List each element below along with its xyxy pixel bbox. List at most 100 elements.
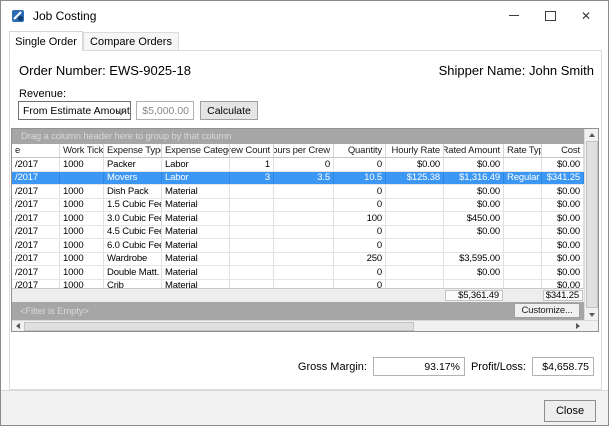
filter-status-text: <Filter is Empty> [20,306,89,317]
table-row[interactable]: /20171000CribMaterial0$0.00 [12,280,584,289]
cell-date: /2017 [12,212,60,225]
cell-expense-type: Wardrobe [104,253,162,266]
summary-cell-expense-category [162,289,230,302]
profit-loss-label: Profit/Loss: [471,361,526,373]
close-icon: ✕ [581,10,591,22]
bottom-button-strip: Close [1,390,608,425]
column-header-quantity[interactable]: Quantity [334,144,386,157]
cell-expense-category: Material [162,239,230,252]
gross-margin-field[interactable]: 93.17% [373,357,465,376]
cell-hours-per-crew [274,185,334,198]
cell-hours-per-crew [274,266,334,279]
gross-margin-label: Gross Margin: [298,361,367,373]
cell-hours-per-crew: 0 [274,158,334,171]
cell-expense-category: Material [162,212,230,225]
table-row[interactable]: /20171000PackerLabor100$0.00$0.00$0.00 [12,158,584,172]
cell-crew-count [230,239,274,252]
tab-single-order[interactable]: Single Order [9,31,83,51]
tab-compare-orders[interactable]: Compare Orders [83,32,179,51]
cell-hourly-rate [386,185,444,198]
column-header-rate-type[interactable]: Rate Type [504,144,542,157]
profit-loss-field[interactable]: $4,658.75 [532,357,594,376]
cell-expense-type: Double Matt. [104,266,162,279]
grid-summary-row: $5,361.49$341.25 [12,288,584,302]
horizontal-scrollbar-thumb[interactable] [24,322,414,331]
cell-date: /2017 [12,280,60,289]
cell-work-ticket: 1000 [60,199,104,212]
table-row[interactable]: /201710004.5 Cubic FeetMaterial0$0.00$0.… [12,226,584,240]
vertical-scrollbar-thumb[interactable] [586,141,598,308]
column-header-date[interactable]: e [12,144,60,157]
cell-quantity: 0 [334,226,386,239]
cell-work-ticket: 1000 [60,212,104,225]
table-row[interactable]: /20171000Double Matt.Material0$0.00$0.00 [12,266,584,280]
table-row[interactable]: /201710006.0 Cubic FeetMaterial0$0.00 [12,239,584,253]
column-header-expense-type[interactable]: Expense Type [104,144,162,157]
cell-expense-category: Material [162,226,230,239]
cell-crew-count: 3 [230,172,274,185]
scroll-down-button[interactable] [585,309,599,320]
cell-expense-category: Material [162,185,230,198]
cell-expense-category: Material [162,266,230,279]
group-by-panel[interactable]: Drag a column header here to group by th… [12,129,584,144]
column-header-rated-amount[interactable]: Rated Amount [444,144,504,157]
cell-hours-per-crew: 3.5 [274,172,334,185]
scroll-left-button[interactable] [12,321,24,332]
vertical-scrollbar[interactable] [584,129,598,320]
table-row[interactable]: /201710003.0 Cubic FeetMaterial100$450.0… [12,212,584,226]
customize-button[interactable]: Customize... [514,303,580,318]
close-window-button[interactable]: ✕ [568,1,604,30]
column-header-work-ticket[interactable]: Work Ticket [60,144,104,157]
table-row[interactable]: /201710001.5 Cubic FeetMaterial0$0.00$0.… [12,199,584,213]
title-bar[interactable]: Job Costing ✕ [1,1,608,31]
scrollbar-corner [584,321,598,332]
minimize-button[interactable] [496,1,532,30]
cell-hourly-rate: $0.00 [386,158,444,171]
column-header-hourly-rate[interactable]: Hourly Rate [386,144,444,157]
table-row[interactable]: /2017MoversLabor33.510.5$125.38$1,316.49… [12,172,584,186]
scroll-up-icon [589,133,595,137]
cell-cost: $0.00 [542,199,584,212]
close-button[interactable]: Close [544,400,596,422]
cell-crew-count [230,212,274,225]
scroll-down-icon [589,313,595,317]
cell-hourly-rate [386,199,444,212]
horizontal-scrollbar[interactable] [12,320,598,331]
cell-cost: $0.00 [542,253,584,266]
cell-rated-amount: $0.00 [444,266,504,279]
cell-date: /2017 [12,239,60,252]
column-header-hours-per-crew[interactable]: Hours per Crew [274,144,334,157]
scroll-right-button[interactable] [572,321,584,332]
cell-date: /2017 [12,199,60,212]
revenue-source-dropdown[interactable]: From Estimate Amount [18,101,131,120]
cell-rated-amount [444,239,504,252]
calculate-button[interactable]: Calculate [200,101,258,120]
scroll-up-button[interactable] [585,129,599,140]
cell-date: /2017 [12,253,60,266]
cell-rated-amount: $0.00 [444,226,504,239]
revenue-label: Revenue: [19,88,66,100]
cell-cost: $0.00 [542,185,584,198]
summary-cell-rated-amount: $5,361.49 [444,289,504,302]
cell-work-ticket [60,172,104,185]
column-header-crew-count[interactable]: Crew Count [230,144,274,157]
revenue-amount-field[interactable]: $5,000.00 [136,101,194,120]
table-row[interactable]: /20171000Dish PackMaterial0$0.00$0.00 [12,185,584,199]
grid-filter-bar: <Filter is Empty> Customize... [12,302,584,320]
column-header-expense-category[interactable]: Expense Category [162,144,230,157]
maximize-button[interactable] [532,1,568,30]
column-header-cost[interactable]: Cost [542,144,584,157]
summary-cell-crew-count [230,289,274,302]
table-row[interactable]: /20171000WardrobeMaterial250$3,595.00$0.… [12,253,584,267]
cell-cost: $341.25 [542,172,584,185]
cell-rated-amount: $3,595.00 [444,253,504,266]
cell-rate-type [504,266,542,279]
cell-quantity: 0 [334,185,386,198]
cell-date: /2017 [12,266,60,279]
cell-expense-type: Crib [104,280,162,289]
cell-expense-category: Labor [162,172,230,185]
summary-cell-hourly-rate [386,289,444,302]
totals-row: Gross Margin: 93.17% Profit/Loss: $4,658… [298,357,594,376]
scroll-right-icon [576,323,580,329]
cell-rated-amount: $0.00 [444,185,504,198]
